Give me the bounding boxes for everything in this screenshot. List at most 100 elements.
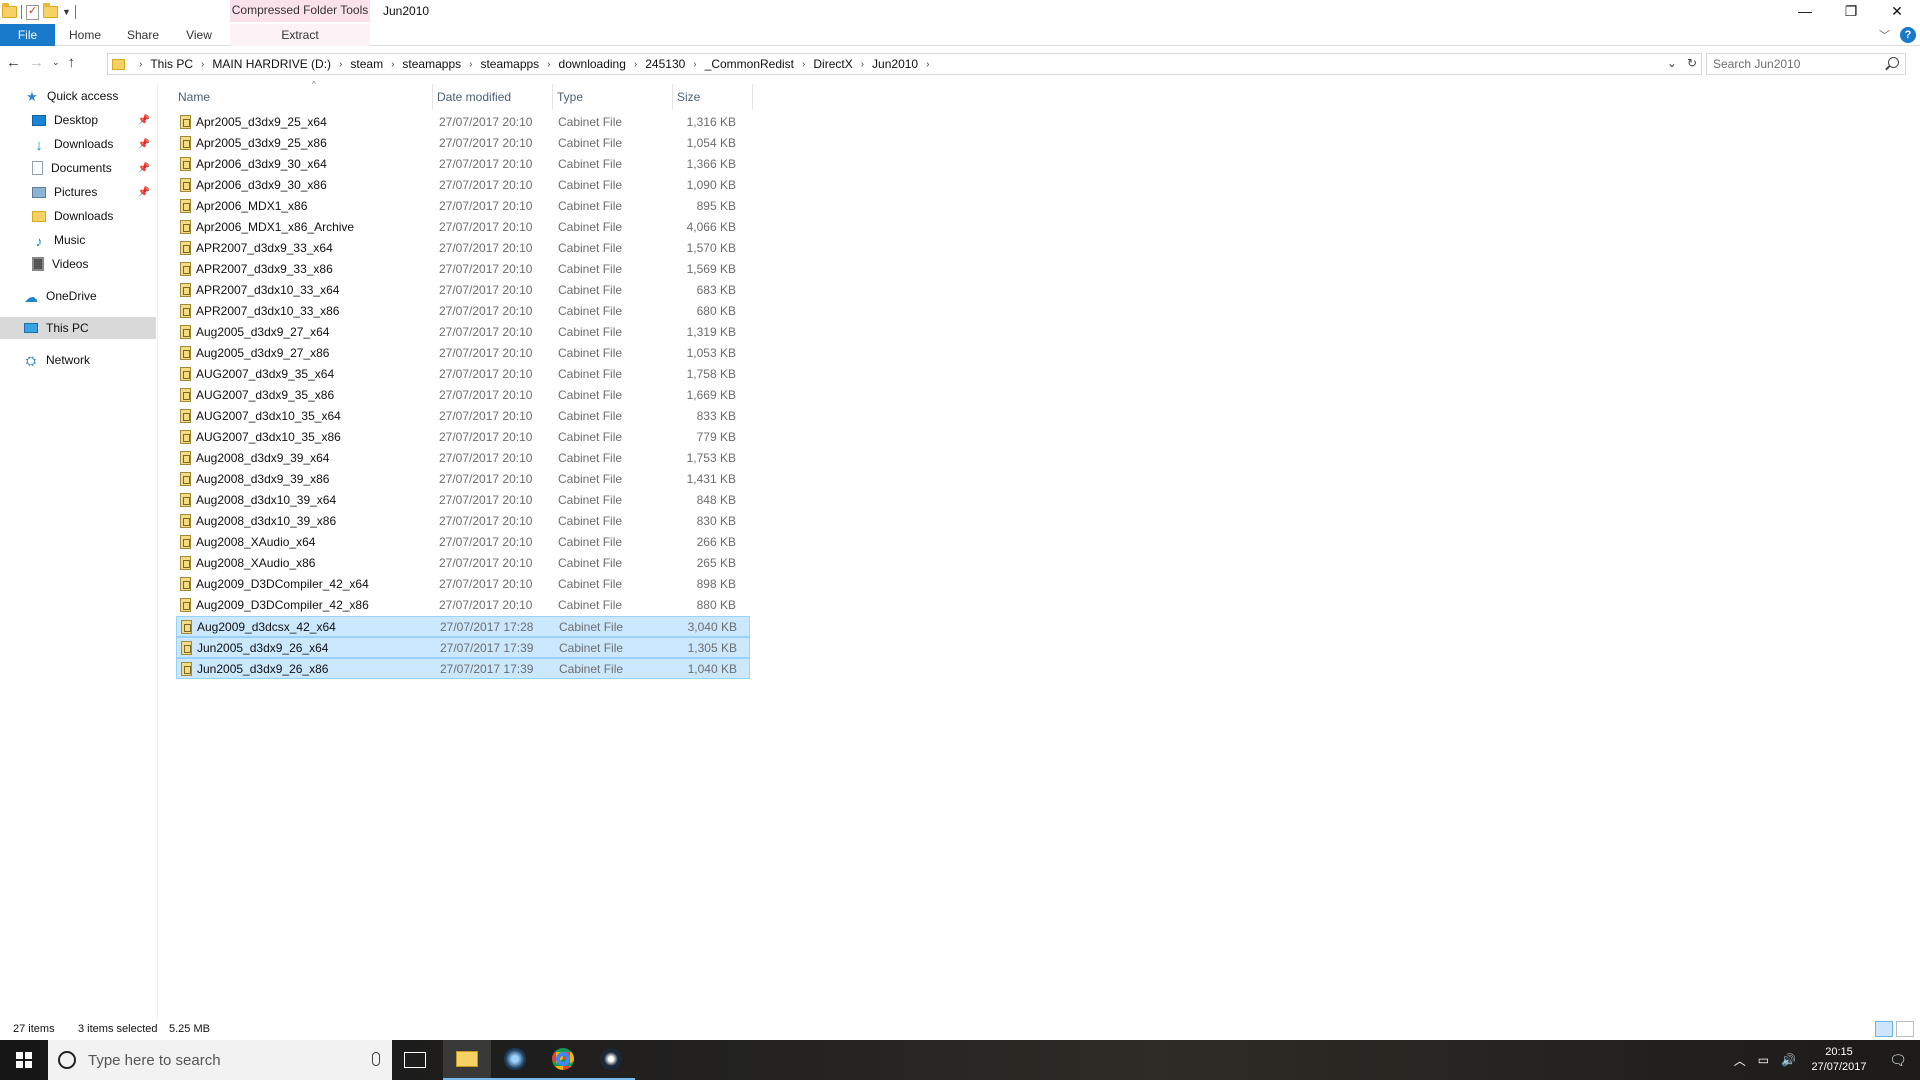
chevron-right-icon[interactable]: › [926,59,929,70]
pin-icon[interactable]: 📌 [138,115,150,126]
tab-home[interactable]: Home [64,24,106,46]
column-header-date[interactable]: Date modified [433,84,553,110]
search-input[interactable]: Search Jun2010 [1706,53,1906,75]
file-row[interactable]: AUG2007_d3dx10_35_x86 27/07/2017 20:10 Cab… [176,427,750,448]
large-icons-view-icon[interactable] [1896,1021,1914,1037]
file-row[interactable]: AUG2007_d3dx9_35_x64 27/07/2017 20:10 Cabi… [176,364,750,385]
network-tray-icon[interactable]: ▭ [1758,1053,1769,1067]
breadcrumb-steam[interactable]: steam [350,57,383,71]
breadcrumb-steamapps[interactable]: steamapps [402,57,461,71]
file-row[interactable]: Aug2008_d3dx10_39_x86 27/07/2017 20:10 Cab… [176,511,750,532]
tab-file[interactable]: File [0,24,55,46]
file-row[interactable]: Aug2008_XAudio_x86 27/07/2017 20:10 Cabine… [176,553,750,574]
file-row[interactable]: APR2007_d3dx10_33_x86 27/07/2017 20:10 Cab… [176,301,750,322]
chevron-right-icon[interactable]: › [693,59,696,70]
chevron-up-icon[interactable]: ︿ [1734,1052,1746,1069]
chevron-right-icon[interactable]: › [139,59,142,70]
file-row[interactable]: AUG2007_d3dx10_35_x64 27/07/2017 20:10 Cab… [176,406,750,427]
sidebar-item-this-pc[interactable]: This PC [0,317,156,339]
breadcrumb-main-hardrive[interactable]: MAIN HARDRIVE (D:) [212,57,331,71]
new-folder-icon[interactable] [43,3,58,18]
sidebar-item-downloads-folder[interactable]: Downloads [0,205,156,227]
start-button[interactable] [0,1040,48,1080]
sidebar-item-documents[interactable]: Documents 📌 [0,157,156,179]
file-row[interactable]: Apr2006_MDX1_x86_Archive 27/07/2017 20:10… [176,217,750,238]
column-header-name[interactable]: Name [174,84,433,110]
file-row[interactable]: AUG2007_d3dx9_35_x86 27/07/2017 20:10 Cabi… [176,385,750,406]
file-row[interactable]: Aug2009_D3DCompiler_42_x86 27/07/2017 20:… [176,595,750,616]
file-row[interactable]: Aug2008_XAudio_x64 27/07/2017 20:10 Cabine… [176,532,750,553]
sidebar-item-music[interactable]: ♪ Music [0,229,156,251]
chevron-right-icon[interactable]: › [861,59,864,70]
up-arrow-icon[interactable]: ↑ [68,54,76,71]
refresh-icon[interactable]: ↻ [1687,56,1697,70]
notifications-icon[interactable]: 🗨 [1876,1052,1920,1069]
file-row[interactable]: Aug2008_d3dx9_39_x86 27/07/2017 20:10 Cabi… [176,469,750,490]
tab-share[interactable]: Share [122,24,164,46]
sidebar-item-network[interactable]: ⛭ Network [0,349,156,371]
chevron-right-icon[interactable]: › [634,59,637,70]
task-view-icon[interactable] [404,1052,426,1068]
taskbar-app-2[interactable] [491,1040,539,1080]
file-row[interactable]: Apr2006_d3dx9_30_x86 27/07/2017 20:10 Cabi… [176,175,750,196]
tab-extract[interactable]: Extract [230,24,370,46]
breadcrumb-commonredist[interactable]: _CommonRedist [705,57,794,71]
breadcrumb-directx[interactable]: DirectX [813,57,852,71]
recent-locations-icon[interactable]: ⌄ [52,57,60,68]
breadcrumb-jun2010[interactable]: Jun2010 [872,57,918,71]
volume-icon[interactable]: 🔊 [1781,1053,1796,1067]
close-button[interactable]: ✕ [1874,0,1920,22]
minimize-button[interactable]: — [1782,0,1828,22]
file-row[interactable]: Aug2009_d3dcsx_42_x64 27/07/2017 17:28 Cab… [176,616,750,637]
taskbar-clock[interactable]: 20:15 27/07/2017 [1802,1045,1876,1075]
breadcrumb-steamapps-2[interactable]: steamapps [480,57,539,71]
column-header-type[interactable]: Type [553,84,673,110]
file-row[interactable]: Apr2005_d3dx9_25_x64 27/07/2017 20:10 Cabi… [176,112,750,133]
back-arrow-icon[interactable]: ← [6,54,21,71]
chevron-right-icon[interactable]: › [802,59,805,70]
folder-icon[interactable] [2,3,17,18]
sidebar-item-videos[interactable]: Videos [0,253,156,275]
sidebar-item-downloads[interactable]: ↓ Downloads 📌 [0,133,156,155]
restore-button[interactable]: ❐ [1828,0,1874,22]
properties-icon[interactable] [26,4,39,20]
pin-icon[interactable]: 📌 [138,139,150,150]
customize-toolbar-icon[interactable]: ▼ [62,7,71,17]
breadcrumb-downloading[interactable]: downloading [559,57,626,71]
chevron-down-icon[interactable]: ⌄ [1667,56,1677,70]
pin-icon[interactable]: 📌 [138,187,150,198]
chevron-right-icon[interactable]: › [201,59,204,70]
microphone-icon[interactable] [372,1052,380,1066]
details-view-icon[interactable] [1875,1021,1893,1037]
chevron-right-icon[interactable]: › [547,59,550,70]
taskbar-file-explorer[interactable] [443,1040,491,1080]
tab-view[interactable]: View [180,24,218,46]
file-row[interactable]: Jun2005_d3dx9_26_x86 27/07/2017 17:39 Cabi… [176,658,750,679]
file-row[interactable]: APR2007_d3dx9_33_x86 27/07/2017 20:10 Cabi… [176,259,750,280]
file-row[interactable]: APR2007_d3dx9_33_x64 27/07/2017 20:10 Cabi… [176,238,750,259]
column-header-size[interactable]: Size [673,84,753,110]
sidebar-item-desktop[interactable]: Desktop 📌 [0,109,156,131]
taskbar-steam[interactable] [587,1040,635,1080]
file-row[interactable]: Aug2005_d3dx9_27_x64 27/07/2017 20:10 Cabi… [176,322,750,343]
file-row[interactable]: Apr2006_MDX1_x86 27/07/2017 20:10 Cabinet … [176,196,750,217]
sidebar-item-quick-access[interactable]: ★ Quick access [0,85,156,107]
file-row[interactable]: Aug2009_D3DCompiler_42_x64 27/07/2017 20:… [176,574,750,595]
file-row[interactable]: Jun2005_d3dx9_26_x64 27/07/2017 17:39 Cabi… [176,637,750,658]
file-row[interactable]: Aug2008_d3dx9_39_x64 27/07/2017 20:10 Cabi… [176,448,750,469]
taskbar-search-box[interactable]: Type here to search [48,1040,392,1080]
file-row[interactable]: Apr2005_d3dx9_25_x86 27/07/2017 20:10 Cabi… [176,133,750,154]
chevron-right-icon[interactable]: › [391,59,394,70]
file-row[interactable]: Aug2005_d3dx9_27_x86 27/07/2017 20:10 Cabi… [176,343,750,364]
sidebar-item-pictures[interactable]: Pictures 📌 [0,181,156,203]
taskbar-chrome[interactable] [539,1040,587,1080]
address-bar[interactable]: › This PC › MAIN HARDRIVE (D:) › steam ›… [107,53,1702,75]
sidebar-item-onedrive[interactable]: ☁ OneDrive [0,285,156,307]
expand-ribbon-icon[interactable]: ﹀ [1879,27,1890,43]
forward-arrow-icon[interactable]: → [29,54,44,71]
help-icon[interactable]: ? [1900,27,1916,43]
file-row[interactable]: APR2007_d3dx10_33_x64 27/07/2017 20:10 Cab… [176,280,750,301]
file-row[interactable]: Apr2006_d3dx9_30_x64 27/07/2017 20:10 Cabi… [176,154,750,175]
breadcrumb-this-pc[interactable]: This PC [150,57,193,71]
file-row[interactable]: Aug2008_d3dx10_39_x64 27/07/2017 20:10 Cab… [176,490,750,511]
